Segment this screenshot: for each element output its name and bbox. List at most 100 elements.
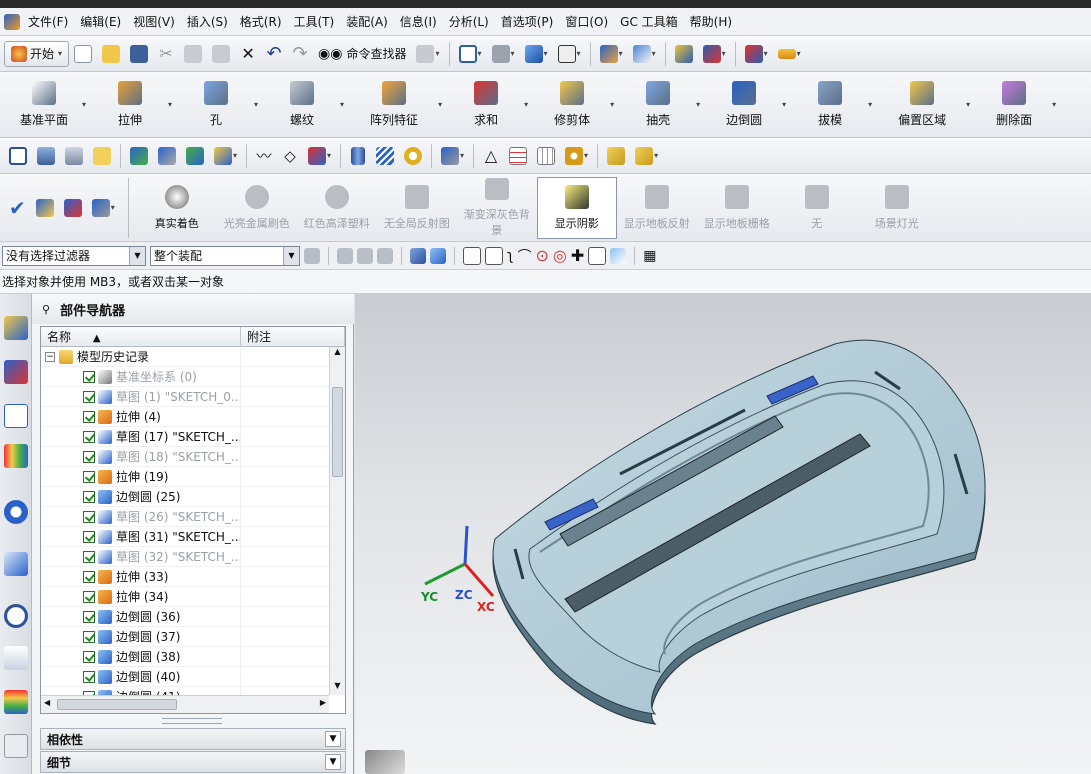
menu-item-3[interactable]: 插入(S) (181, 11, 234, 33)
render-option-9[interactable]: 场景灯光 (857, 178, 937, 238)
spring-button[interactable] (372, 142, 398, 170)
fit-view-button[interactable]: ▾ (455, 40, 486, 68)
snap-intersection-icon[interactable]: ✚ (571, 246, 584, 265)
curve-button[interactable]: 〰 (252, 142, 276, 170)
horizontal-scroll-thumb[interactable] (57, 699, 177, 710)
open-button[interactable] (98, 40, 124, 68)
visibility-checkbox[interactable] (83, 650, 95, 663)
show-hide-button[interactable] (182, 142, 208, 170)
visibility-checkbox[interactable] (83, 490, 95, 503)
menu-item-4[interactable]: 格式(R) (234, 11, 288, 33)
tree-row[interactable]: 边倒圆 (41) (41, 686, 329, 695)
visibility-checkbox[interactable] (83, 470, 95, 483)
scroll-right-icon[interactable]: ▶ (320, 698, 326, 707)
assembly-constraint-button[interactable]: ▾ (631, 142, 662, 170)
feature-button-6[interactable]: 修剪体 (534, 75, 610, 135)
structure-button[interactable] (32, 194, 58, 222)
visibility-checkbox[interactable] (83, 510, 95, 523)
eraser-button[interactable] (89, 142, 115, 170)
chevron-down-icon[interactable]: ▾ (782, 100, 786, 109)
table-button[interactable] (505, 142, 531, 170)
tree-row[interactable]: 草图 (18) "SKETCH_... (41, 446, 329, 467)
assembly-navigator-icon[interactable] (4, 316, 28, 340)
tree-row[interactable]: 草图 (31) "SKETCH_... (41, 526, 329, 547)
feature-button-7[interactable]: 抽壳 (620, 75, 696, 135)
render-option-7[interactable]: 显示地板栅格 (697, 178, 777, 238)
chevron-down-icon[interactable]: ▾ (966, 100, 970, 109)
vertical-scroll-thumb[interactable] (332, 387, 343, 477)
command-finder-button[interactable]: ◉◉ 命令查找器 (314, 40, 410, 68)
menu-item-5[interactable]: 工具(T) (288, 11, 341, 33)
feature-button-8[interactable]: 边倒圆 (706, 75, 782, 135)
feature-button-1[interactable]: 拉伸 (92, 75, 168, 135)
pin-icon[interactable]: ⚲ (42, 303, 50, 316)
reuse-library-icon[interactable] (4, 444, 28, 468)
select-all-button[interactable] (5, 142, 31, 170)
menu-item-6[interactable]: 装配(A) (340, 11, 394, 33)
tree-row[interactable]: 边倒圆 (36) (41, 606, 329, 627)
chevron-down-icon[interactable]: ▾ (254, 100, 258, 109)
redo-button[interactable]: ↷ (288, 40, 312, 68)
render-option-4[interactable]: 渐变深灰色背景 (457, 177, 537, 238)
check-button[interactable]: ✔ (5, 194, 30, 222)
select-mode-icon[interactable] (337, 247, 353, 264)
render-option-3[interactable]: 无全局反射图 (377, 178, 457, 238)
snap-curve-icon[interactable]: ʅ (507, 248, 513, 264)
touch-mode-button[interactable]: ▾ (412, 40, 443, 68)
menu-item-7[interactable]: 信息(I) (394, 11, 443, 33)
tree-row[interactable]: 边倒圆 (38) (41, 646, 329, 667)
feature-button-5[interactable]: 求和 (448, 75, 524, 135)
graphics-viewport[interactable]: YC ZC XC (355, 294, 1091, 774)
chevron-down-icon[interactable]: ▾ (340, 100, 344, 109)
select-mode2-icon[interactable] (357, 247, 373, 264)
snap-tangent-icon[interactable] (588, 246, 607, 265)
filter-settings-icon[interactable] (304, 247, 320, 264)
visibility-checkbox[interactable] (83, 530, 95, 543)
snap-midpoint-icon[interactable] (485, 246, 503, 265)
visibility-checkbox[interactable] (83, 430, 95, 443)
analysis-button[interactable] (671, 40, 697, 68)
chevron-down-icon[interactable]: ▾ (868, 100, 872, 109)
layer-settings-button[interactable] (61, 142, 87, 170)
render-option-2[interactable]: 红色高泽塑料 (297, 178, 377, 238)
column-header-name[interactable]: 名称 ▲ (41, 327, 241, 347)
roles-icon[interactable] (4, 734, 28, 758)
grid-button[interactable] (60, 194, 86, 222)
dependencies-panel[interactable]: 相依性 ▼ (40, 728, 346, 750)
feature-button-3[interactable]: 螺纹 (264, 75, 340, 135)
snap-endpoint-icon[interactable] (463, 246, 481, 265)
delete-button[interactable]: ✕ (236, 40, 260, 68)
column-header-note[interactable]: 附注 (241, 327, 345, 347)
collapse-toggle-icon[interactable]: − (45, 351, 55, 362)
tree-row[interactable]: 草图 (32) "SKETCH_... (41, 546, 329, 567)
move-object-button[interactable]: ▾ (629, 40, 660, 68)
snap-body-icon[interactable] (410, 247, 426, 264)
tree-horizontal-scrollbar[interactable]: ◀ ▶ (41, 695, 329, 713)
render-option-5[interactable]: 显示阴影 (536, 176, 617, 239)
menu-item-11[interactable]: GC 工具箱 (614, 11, 684, 33)
splitter-handle[interactable] (162, 718, 222, 724)
palette-icon[interactable] (4, 690, 28, 714)
visibility-checkbox[interactable] (83, 670, 95, 683)
chevron-down-icon[interactable]: ▾ (610, 100, 614, 109)
paste-button[interactable] (208, 40, 234, 68)
select-mode3-icon[interactable] (377, 247, 393, 264)
tree-row[interactable]: 拉伸 (4) (41, 406, 329, 427)
selection-button[interactable]: ▾ (699, 40, 730, 68)
details-panel[interactable]: 细节 ▼ (40, 751, 346, 773)
curve-analysis-button[interactable]: ▾ (304, 142, 335, 170)
web-browser-icon[interactable] (4, 500, 28, 524)
visibility-checkbox[interactable] (83, 590, 95, 603)
show-button[interactable] (126, 142, 152, 170)
menu-item-9[interactable]: 首选项(P) (495, 11, 560, 33)
scroll-up-icon[interactable]: ▲ (330, 347, 345, 361)
csys-button[interactable]: ▾ (88, 194, 119, 222)
background-button[interactable]: ▾ (554, 40, 585, 68)
wcs-button[interactable]: ▾ (741, 40, 772, 68)
clock-icon[interactable] (4, 604, 28, 628)
tree-row[interactable]: 草图 (17) "SKETCH_... (41, 426, 329, 447)
new-button[interactable] (70, 40, 96, 68)
chevron-down-icon[interactable]: ▾ (168, 100, 172, 109)
visibility-checkbox[interactable] (83, 570, 95, 583)
visibility-checkbox[interactable] (83, 450, 95, 463)
